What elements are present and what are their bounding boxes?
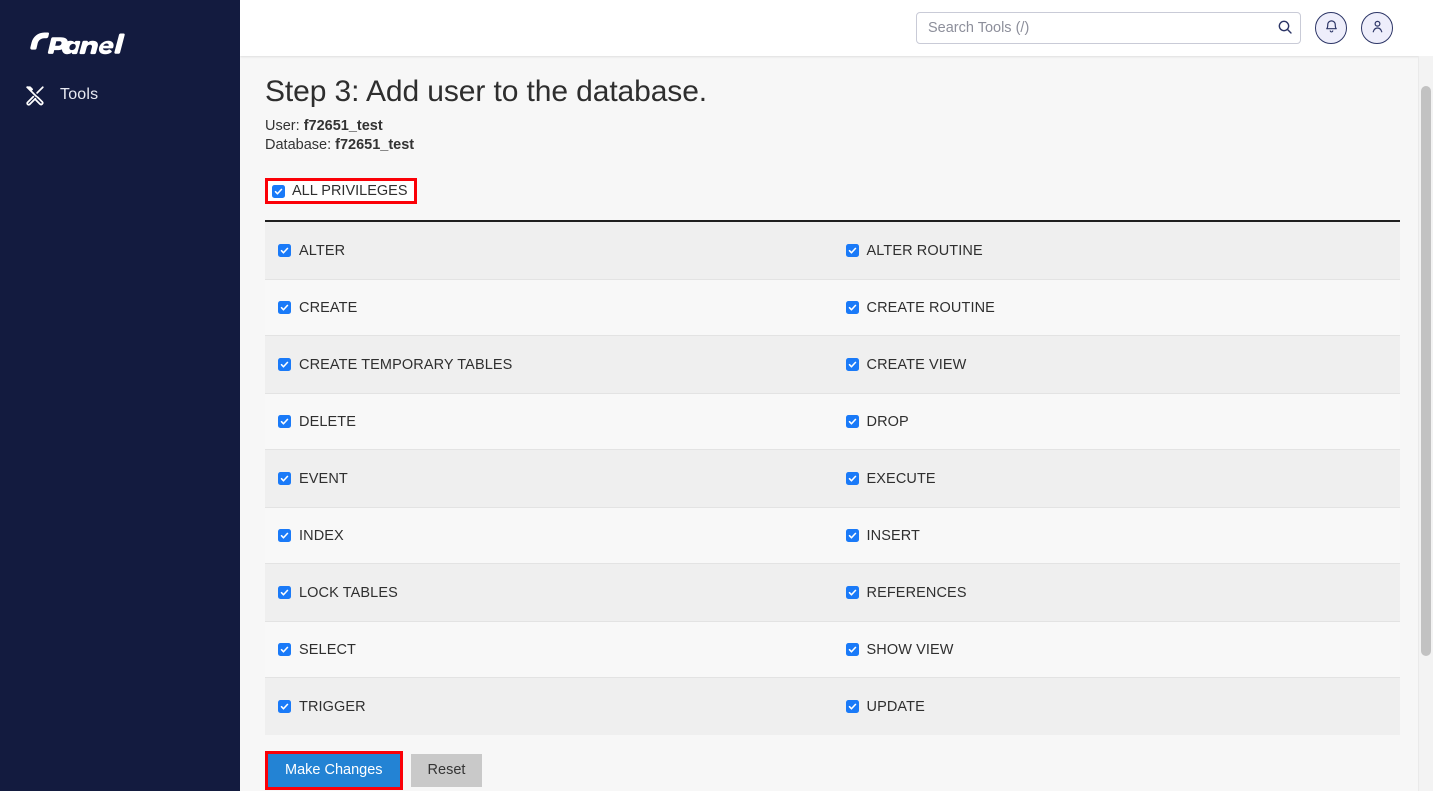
privilege-label: SELECT xyxy=(299,641,357,658)
privilege-label: CREATE ROUTINE xyxy=(866,299,995,316)
all-privileges-highlight: ALL PRIVILEGES xyxy=(265,178,417,205)
privilege-cell: SELECT xyxy=(265,622,833,677)
privilege-checkbox[interactable] xyxy=(278,472,291,486)
privilege-cell: CREATE ROUTINE xyxy=(833,280,1401,335)
privilege-cell: ALTER ROUTINE xyxy=(833,222,1401,279)
user-icon xyxy=(1370,19,1385,37)
search-icon xyxy=(1277,19,1293,38)
main-column: Step 3: Add user to the database. User: … xyxy=(240,0,1433,791)
privilege-checkbox[interactable] xyxy=(278,244,291,258)
sidebar-item-tools[interactable]: Tools xyxy=(0,74,240,116)
vertical-scrollbar-track[interactable] xyxy=(1418,56,1433,791)
all-privileges-checkbox[interactable] xyxy=(272,184,285,198)
notifications-button[interactable] xyxy=(1315,12,1347,44)
privilege-label: DELETE xyxy=(299,413,357,430)
privilege-checkbox[interactable] xyxy=(278,301,291,315)
all-privileges-label: ALL PRIVILEGES xyxy=(292,183,408,200)
table-row: DELETE DROP xyxy=(265,393,1401,451)
sidebar-item-label: Tools xyxy=(60,86,99,103)
privilege-label: EVENT xyxy=(299,470,348,487)
privilege-cell: DELETE xyxy=(265,394,833,449)
table-row: EVENT EXECUTE xyxy=(265,450,1401,508)
privilege-checkbox[interactable] xyxy=(845,700,859,714)
privilege-label: INDEX xyxy=(299,527,344,544)
privilege-label: CREATE xyxy=(299,299,358,316)
privilege-cell: UPDATE xyxy=(833,678,1401,735)
privilege-cell: LOCK TABLES xyxy=(265,564,833,621)
page-title: Step 3: Add user to the database. xyxy=(265,75,708,108)
privilege-checkbox[interactable] xyxy=(845,358,859,372)
privilege-label: CREATE TEMPORARY TABLES xyxy=(299,356,513,373)
privileges-table: ALTER ALTER ROUTINE CREATE CREATE ROUTINE CR… xyxy=(265,220,1401,736)
search-tools xyxy=(916,12,1301,44)
privilege-label: LOCK TABLES xyxy=(299,584,398,601)
reset-button[interactable]: Reset xyxy=(410,754,483,787)
cpanel-app: Tools Search Tools (/) Step 3: Add user … xyxy=(0,0,1433,791)
privilege-checkbox[interactable] xyxy=(278,529,291,543)
privilege-label: TRIGGER xyxy=(299,698,366,715)
privilege-label: EXECUTE xyxy=(866,470,936,487)
privilege-checkbox[interactable] xyxy=(278,586,291,600)
privilege-checkbox[interactable] xyxy=(845,643,859,657)
privilege-label: REFERENCES xyxy=(866,584,967,601)
search-button[interactable] xyxy=(1271,14,1299,42)
search-input[interactable] xyxy=(916,12,1301,44)
table-row: LOCK TABLES REFERENCES xyxy=(265,564,1401,622)
privilege-label: SHOW VIEW xyxy=(866,641,954,658)
vertical-scrollbar-thumb[interactable] xyxy=(1421,86,1431,656)
privilege-label: CREATE VIEW xyxy=(866,356,967,373)
privilege-cell: EXECUTE xyxy=(833,450,1401,507)
database-label: Database: xyxy=(265,136,332,153)
privilege-checkbox[interactable] xyxy=(845,301,859,315)
sidebar: Tools xyxy=(0,0,240,791)
privilege-cell: TRIGGER xyxy=(265,678,833,735)
make-changes-highlight: Make Changes xyxy=(265,751,403,790)
table-row: SELECT SHOW VIEW xyxy=(265,621,1401,679)
user-line: User: f72651_test xyxy=(265,117,1400,136)
account-button[interactable] xyxy=(1361,12,1393,44)
user-value: f72651_test xyxy=(303,118,383,135)
privilege-cell: INDEX xyxy=(265,508,833,563)
content-area: Step 3: Add user to the database. User: … xyxy=(240,56,1433,791)
privilege-cell: REFERENCES xyxy=(833,564,1401,621)
privilege-cell: DROP xyxy=(833,394,1401,449)
privilege-checkbox[interactable] xyxy=(278,415,291,429)
tools-icon xyxy=(24,84,46,106)
privilege-checkbox[interactable] xyxy=(278,643,291,657)
table-row: CREATE CREATE ROUTINE xyxy=(265,279,1401,337)
table-row: INDEX INSERT xyxy=(265,507,1401,565)
table-row: CREATE TEMPORARY TABLES CREATE VIEW xyxy=(265,336,1401,394)
privilege-checkbox[interactable] xyxy=(278,358,291,372)
privilege-cell: ALTER xyxy=(265,222,833,279)
user-label: User: xyxy=(265,118,300,135)
topbar xyxy=(240,0,1433,56)
privilege-cell: CREATE xyxy=(265,280,833,335)
make-changes-button[interactable]: Make Changes xyxy=(268,754,400,787)
form-actions: Make Changes Reset xyxy=(265,751,1400,790)
privilege-checkbox[interactable] xyxy=(845,472,859,486)
privilege-label: UPDATE xyxy=(866,698,925,715)
privilege-cell: INSERT xyxy=(833,508,1401,563)
privilege-cell: EVENT xyxy=(265,450,833,507)
database-value: f72651_test xyxy=(335,136,415,153)
all-privileges-row: ALL PRIVILEGES xyxy=(265,178,1400,205)
privilege-checkbox[interactable] xyxy=(845,586,859,600)
bell-icon xyxy=(1324,19,1339,37)
table-row: TRIGGER UPDATE xyxy=(265,678,1401,736)
privilege-label: INSERT xyxy=(866,527,921,544)
cpanel-logo[interactable] xyxy=(0,18,240,74)
table-row: ALTER ALTER ROUTINE xyxy=(265,222,1401,280)
privilege-label: ALTER xyxy=(299,242,346,259)
privilege-cell: SHOW VIEW xyxy=(833,622,1401,677)
privilege-checkbox[interactable] xyxy=(845,529,859,543)
privilege-label: ALTER ROUTINE xyxy=(866,242,983,259)
privilege-checkbox[interactable] xyxy=(278,700,291,714)
privilege-label: DROP xyxy=(866,413,909,430)
privilege-cell: CREATE TEMPORARY TABLES xyxy=(265,336,833,393)
privilege-checkbox[interactable] xyxy=(845,415,859,429)
privilege-checkbox[interactable] xyxy=(845,244,859,258)
privilege-cell: CREATE VIEW xyxy=(833,336,1401,393)
database-line: Database: f72651_test xyxy=(265,136,1400,155)
